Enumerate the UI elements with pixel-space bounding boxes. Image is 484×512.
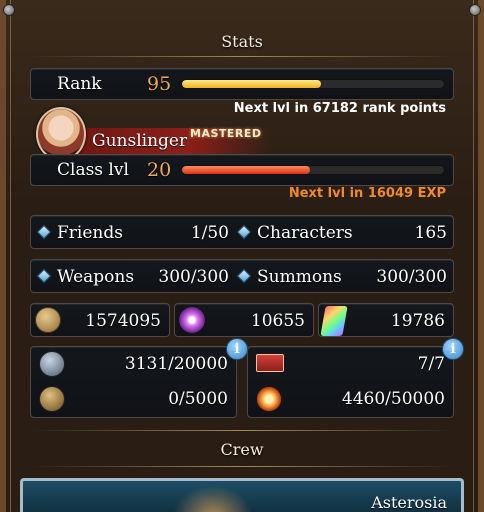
crystal-icon: [179, 307, 205, 333]
class-progress-fill: [182, 166, 311, 174]
weapons-label: Weapons: [57, 267, 135, 287]
rainbow-stone-icon: [320, 306, 348, 336]
rank-progress-fill: [182, 80, 321, 88]
summons-row[interactable]: Summons: [236, 267, 342, 287]
tickets-value: 7/7: [417, 354, 445, 374]
stones-panel: 19786: [318, 303, 454, 337]
class-next-text: Next lvl in 16049 EXP: [288, 186, 446, 201]
class-level-label: Class lvl: [57, 160, 129, 180]
character-avatar[interactable]: [36, 107, 86, 161]
stamina-value: 3131/20000: [124, 354, 228, 374]
rank-panel: Rank 95: [30, 68, 454, 100]
divider: [30, 466, 454, 467]
rupie-panel: 1574095: [30, 303, 170, 337]
stats-title: Stats: [221, 32, 263, 51]
diamond-icon: [36, 268, 52, 283]
bp-value: 0/5000: [168, 389, 228, 409]
info-icon[interactable]: i: [226, 338, 248, 360]
characters-row[interactable]: Characters: [236, 223, 353, 243]
class-panel: Class lvl 20: [30, 154, 454, 186]
rank-progress-bar: [181, 79, 445, 89]
rank-label: Rank: [57, 74, 102, 94]
crew-banner[interactable]: Asterosia: [20, 478, 464, 512]
starburst-icon: [256, 386, 282, 412]
friends-label: Friends: [57, 223, 123, 243]
weapons-value: 300/300: [158, 267, 229, 287]
crystals-panel: 10655: [174, 303, 314, 337]
rank-next-text: Next lvl in 67182 rank points: [233, 101, 446, 116]
sword-icon: [39, 386, 65, 412]
friends-value: 1/50: [190, 223, 229, 243]
shield-icon: [39, 351, 65, 377]
airship-icon: [173, 485, 253, 512]
summons-value: 300/300: [376, 267, 447, 287]
weapons-row[interactable]: Weapons: [36, 267, 135, 287]
mastered-badge: MASTERED: [190, 127, 262, 140]
rupie-icon: [35, 307, 61, 333]
tickets-panel: 7/7 4460/50000: [247, 346, 454, 418]
diamond-icon: [236, 268, 252, 283]
crew-name: Asterosia: [371, 493, 447, 512]
rivet-left-icon: [3, 4, 15, 16]
weapons-summons-panel: Weapons 300/300 Summons 300/300: [30, 259, 454, 293]
stamina-panel: 3131/20000 0/5000: [30, 346, 237, 418]
ticket-icon: [256, 354, 284, 372]
characters-label: Characters: [257, 223, 353, 243]
class-level-value: 20: [147, 159, 172, 181]
rupie-value: 1574095: [85, 311, 161, 331]
divider: [30, 430, 454, 431]
friends-row[interactable]: Friends: [36, 223, 123, 243]
renown-value: 4460/50000: [341, 389, 445, 409]
class-progress-bar: [181, 165, 445, 175]
summons-label: Summons: [257, 267, 342, 287]
diamond-icon: [236, 224, 252, 239]
info-icon[interactable]: i: [442, 338, 464, 360]
class-name: Gunslinger: [92, 131, 188, 151]
crystals-value: 10655: [250, 311, 305, 331]
crew-title: Crew: [220, 440, 264, 459]
rivet-right-icon: [469, 4, 481, 16]
characters-value: 165: [414, 223, 447, 243]
stones-value: 19786: [390, 311, 445, 331]
divider: [30, 56, 454, 57]
friends-characters-panel: Friends 1/50 Characters 165: [30, 215, 454, 249]
diamond-icon: [36, 224, 52, 239]
rank-value: 95: [147, 73, 172, 95]
